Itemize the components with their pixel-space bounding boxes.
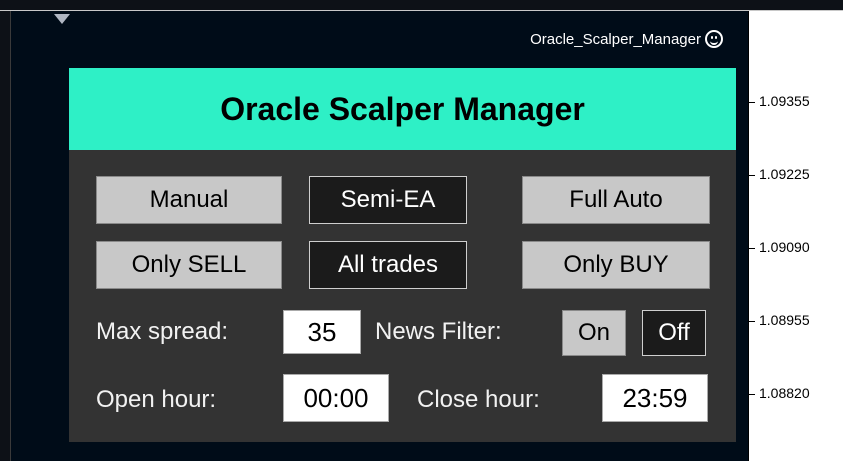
price-tick — [749, 102, 755, 103]
close-hour-input[interactable]: 23:59 — [602, 374, 708, 422]
manager-panel: Oracle Scalper Manager Manual Semi-EA Fu… — [69, 68, 736, 442]
only-buy-button[interactable]: Only BUY — [522, 241, 710, 289]
manual-mode-button[interactable]: Manual — [96, 176, 282, 224]
full-auto-mode-button[interactable]: Full Auto — [522, 176, 710, 224]
ea-name-text: Oracle_Scalper_Manager — [530, 30, 701, 48]
price-tick — [749, 175, 755, 176]
price-tick — [749, 248, 755, 249]
price-tick — [749, 321, 755, 322]
panel-title[interactable]: Oracle Scalper Manager — [69, 68, 736, 150]
window-top-border — [0, 0, 843, 11]
price-label: 1.08955 — [759, 312, 810, 328]
price-label: 1.09090 — [759, 239, 810, 255]
all-trades-button[interactable]: All trades — [309, 241, 467, 289]
news-filter-on-button[interactable]: On — [562, 310, 626, 356]
semi-ea-mode-button[interactable]: Semi-EA — [309, 176, 467, 224]
max-spread-input[interactable]: 35 — [283, 310, 361, 354]
open-hour-input[interactable]: 00:00 — [283, 374, 389, 422]
ea-name-label: Oracle_Scalper_Manager — [530, 30, 723, 48]
price-label: 1.09355 — [759, 93, 810, 109]
news-filter-off-button[interactable]: Off — [642, 310, 706, 356]
only-sell-button[interactable]: Only SELL — [96, 241, 282, 289]
open-hour-label: Open hour: — [96, 386, 217, 413]
smiley-icon[interactable] — [705, 30, 723, 48]
close-hour-label: Close hour: — [417, 386, 540, 413]
price-label: 1.08820 — [759, 385, 810, 401]
price-tick — [749, 394, 755, 395]
news-filter-label: News Filter: — [375, 318, 502, 345]
max-spread-label: Max spread: — [96, 318, 229, 345]
price-label: 1.09225 — [759, 166, 810, 182]
price-scale[interactable]: 1.09355 1.09225 1.09090 1.08955 1.08820 — [748, 11, 843, 461]
chart-shift-marker-icon[interactable] — [54, 14, 70, 24]
